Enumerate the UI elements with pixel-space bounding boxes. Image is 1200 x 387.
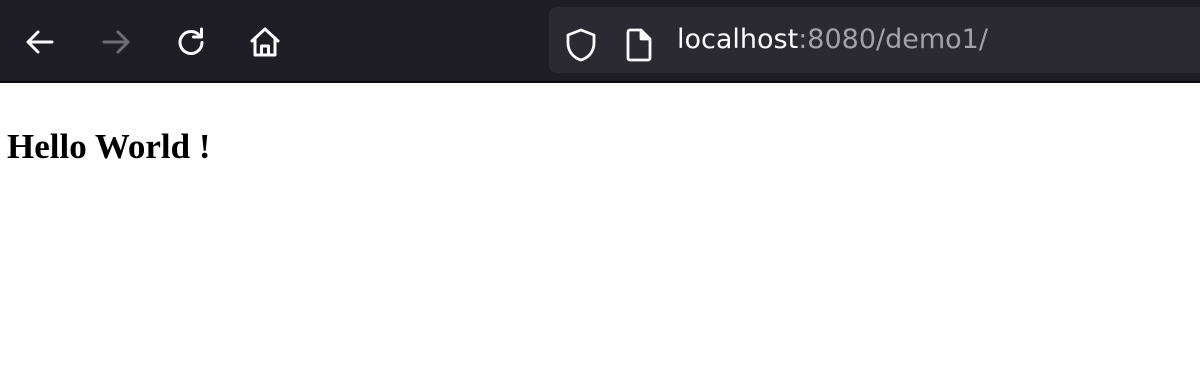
arrow-left-icon (22, 24, 58, 60)
forward-button[interactable] (94, 20, 138, 64)
url-text[interactable]: localhost:8080/demo1/ (677, 23, 988, 57)
browser-toolbar: localhost:8080/demo1/ (0, 0, 1200, 83)
shield-icon[interactable] (565, 28, 597, 62)
url-path: :8080/demo1/ (798, 24, 988, 55)
home-button[interactable] (243, 20, 287, 64)
url-bar[interactable]: localhost:8080/demo1/ (549, 7, 1200, 73)
home-icon (247, 24, 283, 60)
reload-icon (173, 24, 209, 60)
page-icon (625, 28, 653, 62)
reload-button[interactable] (169, 20, 213, 64)
back-button[interactable] (18, 20, 62, 64)
page-content: Hello World ! (0, 83, 1200, 387)
arrow-right-icon (98, 24, 134, 60)
url-host: localhost (677, 24, 799, 55)
page-heading: Hello World ! (7, 127, 211, 166)
